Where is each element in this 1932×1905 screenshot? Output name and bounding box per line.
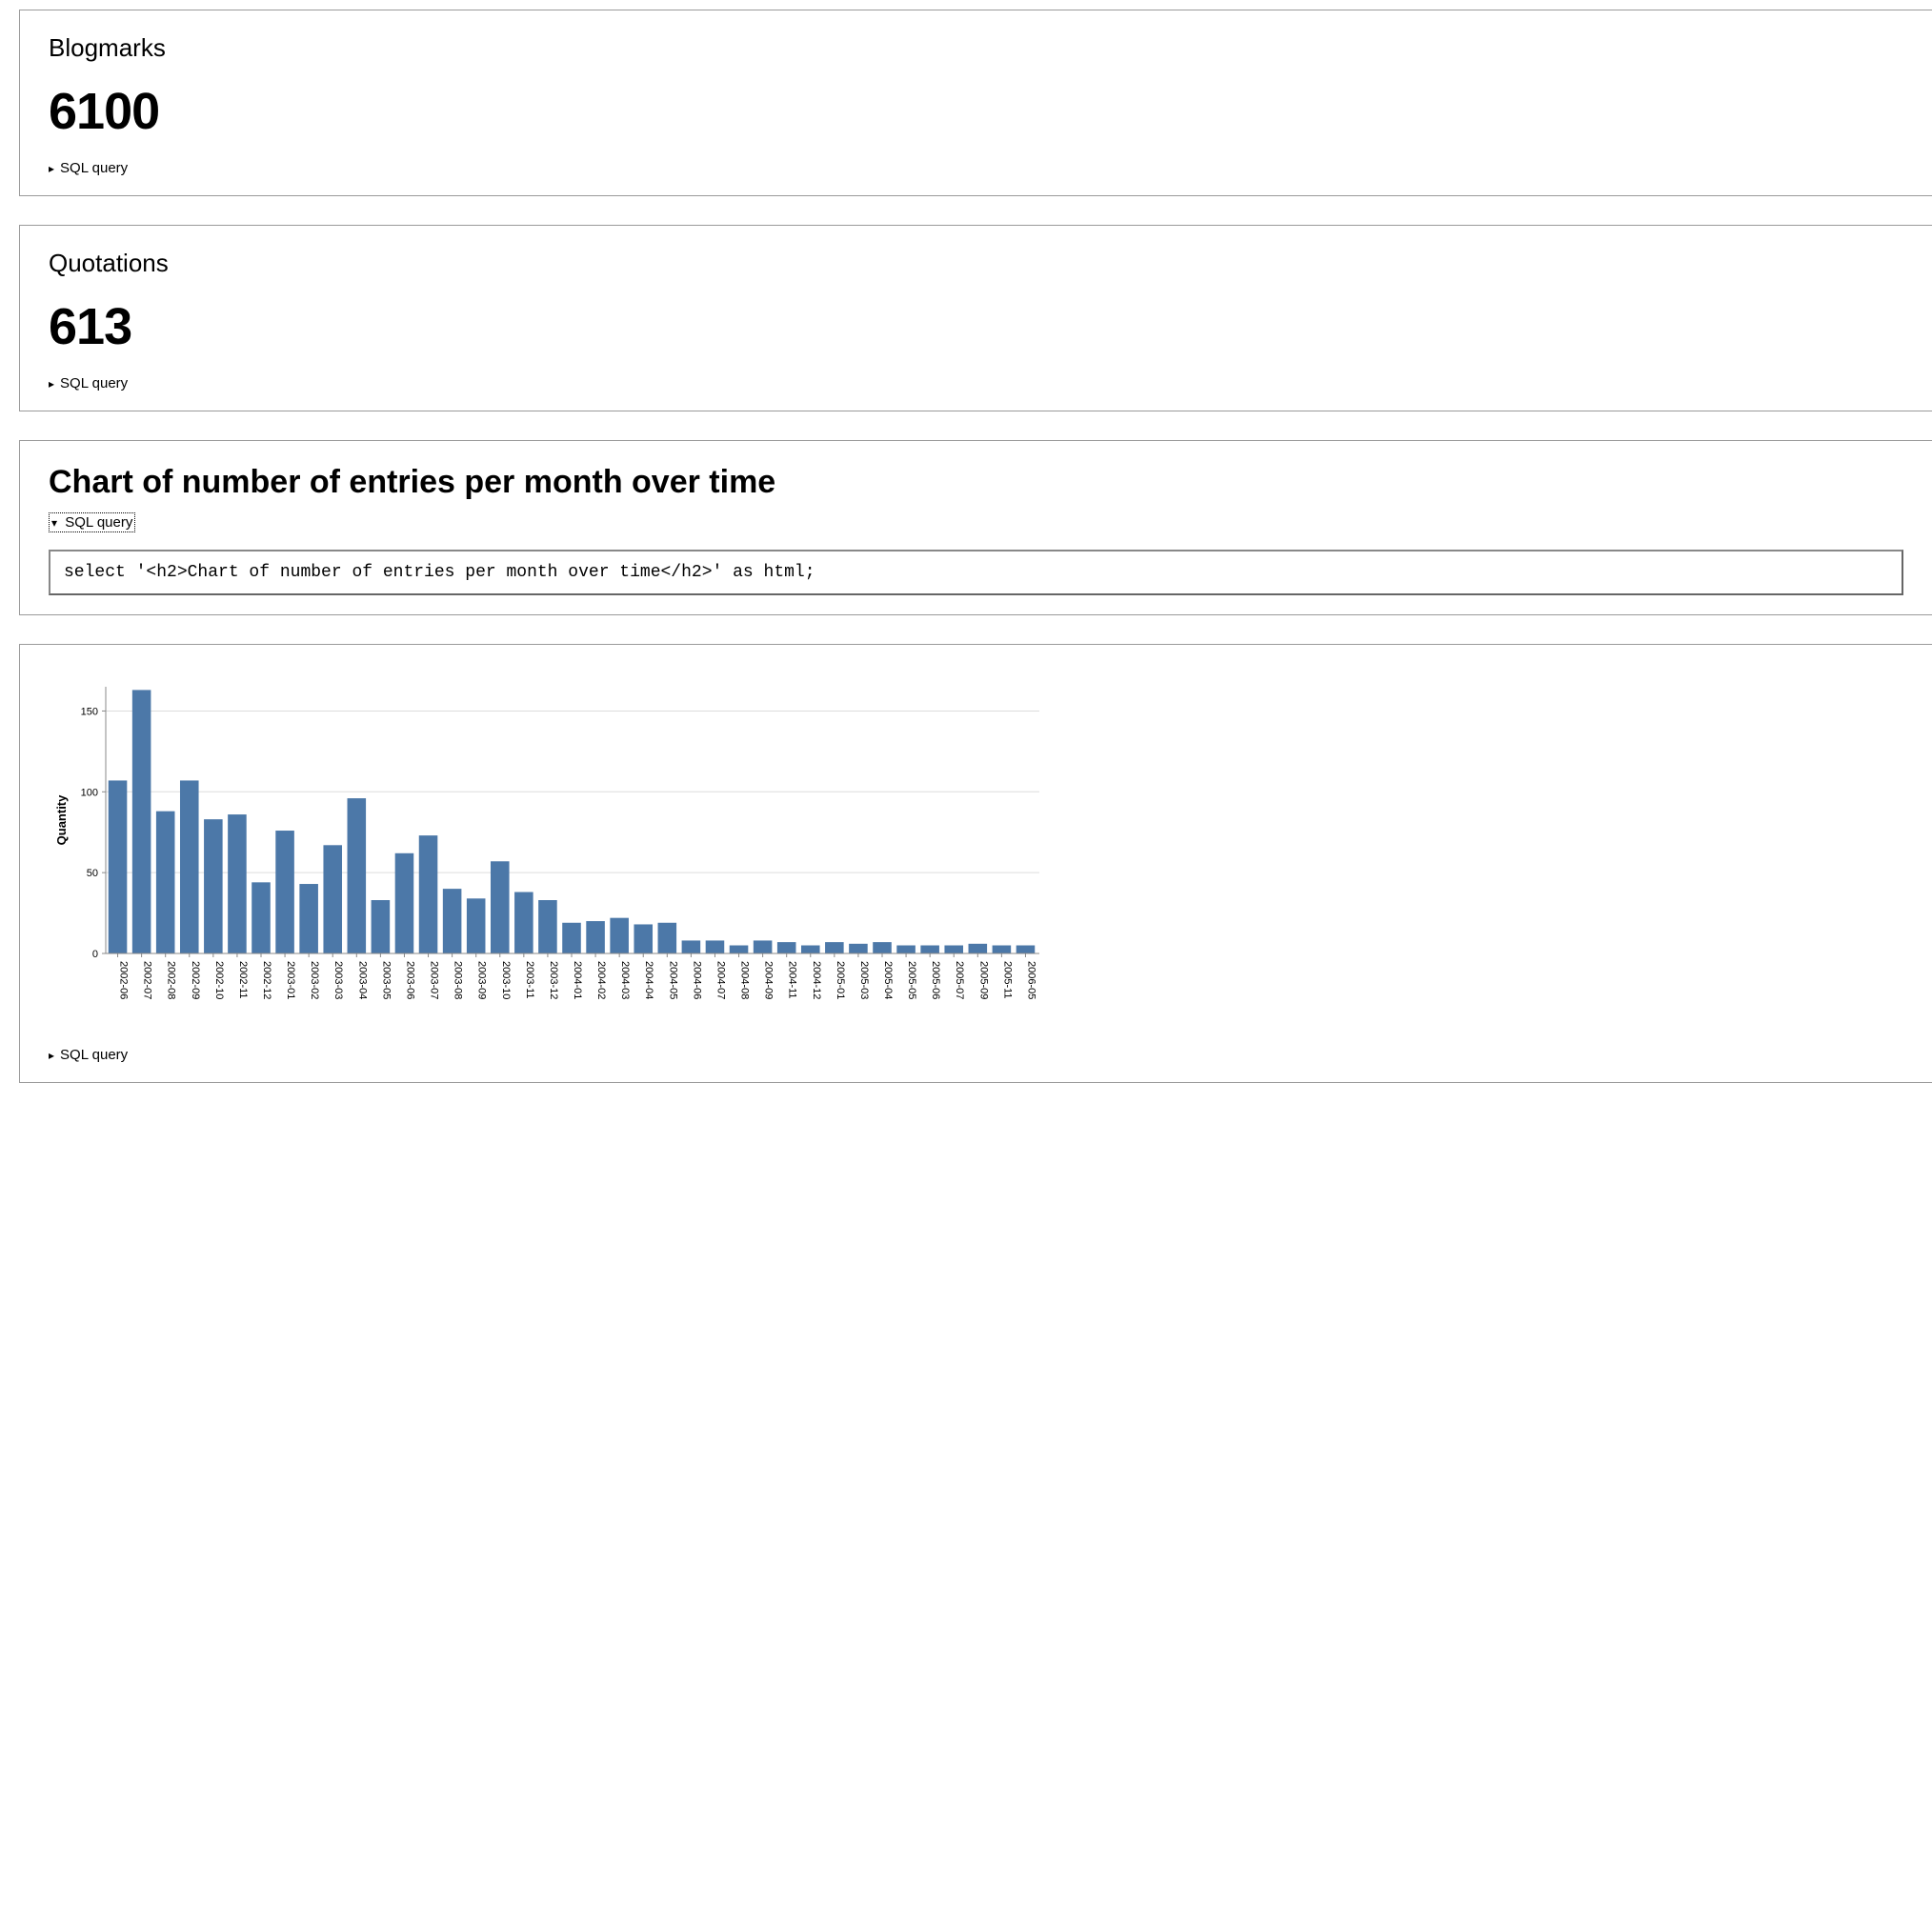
svg-text:2004-01: 2004-01 [572, 961, 583, 999]
svg-text:2003-09: 2003-09 [476, 961, 488, 999]
svg-text:2005-07: 2005-07 [954, 961, 965, 999]
metric-title: Blogmarks [49, 33, 1903, 63]
svg-text:2003-01: 2003-01 [285, 961, 296, 999]
svg-text:2002-12: 2002-12 [261, 961, 272, 999]
sql-query-box: select '<h2>Chart of number of entries p… [49, 550, 1903, 595]
sql-toggle[interactable]: SQL query [49, 512, 135, 532]
card-chart-heading: Chart of number of entries per month ove… [19, 440, 1932, 615]
svg-text:2003-10: 2003-10 [500, 961, 512, 999]
svg-text:2004-07: 2004-07 [714, 961, 726, 999]
chart-heading: Chart of number of entries per month ove… [49, 464, 1903, 501]
svg-text:2004-11: 2004-11 [787, 961, 798, 999]
svg-text:50: 50 [87, 868, 98, 879]
svg-text:2003-07: 2003-07 [429, 961, 440, 999]
svg-text:2005-11: 2005-11 [1001, 961, 1013, 999]
sql-details: SQL query [49, 1047, 1903, 1063]
svg-text:2004-12: 2004-12 [811, 961, 822, 999]
sql-details-open: SQL query select '<h2>Chart of number of… [49, 512, 1903, 595]
svg-text:2005-05: 2005-05 [906, 961, 917, 999]
svg-text:2004-08: 2004-08 [739, 961, 751, 999]
sql-toggle[interactable]: SQL query [49, 160, 128, 176]
sql-toggle-label: SQL query [65, 514, 132, 531]
svg-text:2002-10: 2002-10 [213, 961, 225, 999]
svg-text:2003-08: 2003-08 [453, 961, 464, 999]
svg-text:2002-08: 2002-08 [166, 961, 177, 999]
svg-text:2002-06: 2002-06 [118, 961, 130, 999]
sql-toggle-label: SQL query [60, 1047, 128, 1063]
svg-text:150: 150 [81, 706, 98, 717]
svg-text:2002-07: 2002-07 [142, 961, 153, 999]
svg-text:2002-09: 2002-09 [190, 961, 201, 999]
svg-text:2003-03: 2003-03 [332, 961, 344, 999]
svg-text:2005-06: 2005-06 [930, 961, 941, 999]
sql-toggle-label: SQL query [60, 375, 128, 391]
svg-text:2003-02: 2003-02 [309, 961, 320, 999]
card-chart: 0 50 100 150 2002-06 2002-07 2002-08 2002-09 200… [19, 644, 1932, 1083]
svg-text:2002-11: 2002-11 [237, 961, 249, 999]
sql-toggle[interactable]: SQL query [49, 1047, 128, 1063]
svg-text:2004-04: 2004-04 [643, 961, 654, 999]
svg-text:2005-04: 2005-04 [882, 961, 894, 999]
metric-value: 613 [49, 297, 1903, 356]
chart-container: 0 50 100 150 2002-06 2002-07 2002-08 2002-09 200… [49, 668, 1903, 1030]
sql-toggle[interactable]: SQL query [49, 375, 128, 391]
svg-text:2005-01: 2005-01 [835, 961, 846, 999]
svg-text:2003-06: 2003-06 [404, 961, 415, 999]
sql-toggle-label: SQL query [60, 160, 128, 176]
svg-text:0: 0 [92, 949, 98, 960]
svg-text:2003-12: 2003-12 [548, 961, 559, 999]
svg-text:2004-05: 2004-05 [667, 961, 678, 999]
svg-text:2003-04: 2003-04 [356, 961, 368, 999]
svg-text:2003-11: 2003-11 [524, 961, 535, 999]
svg-text:2003-05: 2003-05 [380, 961, 392, 999]
svg-text:2005-03: 2005-03 [858, 961, 870, 999]
metric-value: 6100 [49, 82, 1903, 141]
svg-text:100: 100 [81, 787, 98, 798]
sql-details: SQL query [49, 160, 1903, 176]
svg-text:2004-09: 2004-09 [763, 961, 775, 999]
svg-text:2006-05: 2006-05 [1025, 961, 1036, 999]
card-blogmarks: Blogmarks 6100 SQL query [19, 10, 1932, 196]
svg-text:2004-03: 2004-03 [619, 961, 631, 999]
svg-text:2005-09: 2005-09 [977, 961, 989, 999]
svg-text:2004-06: 2004-06 [691, 961, 702, 999]
card-quotations: Quotations 613 SQL query [19, 225, 1932, 411]
svg-text:2004-02: 2004-02 [595, 961, 607, 999]
sql-details: SQL query [49, 375, 1903, 391]
bar-chart: 0 50 100 150 2002-06 2002-07 2002-08 2002-09 200… [49, 677, 1039, 1030]
svg-text:Quantity: Quantity [54, 794, 69, 845]
metric-title: Quotations [49, 249, 1903, 278]
